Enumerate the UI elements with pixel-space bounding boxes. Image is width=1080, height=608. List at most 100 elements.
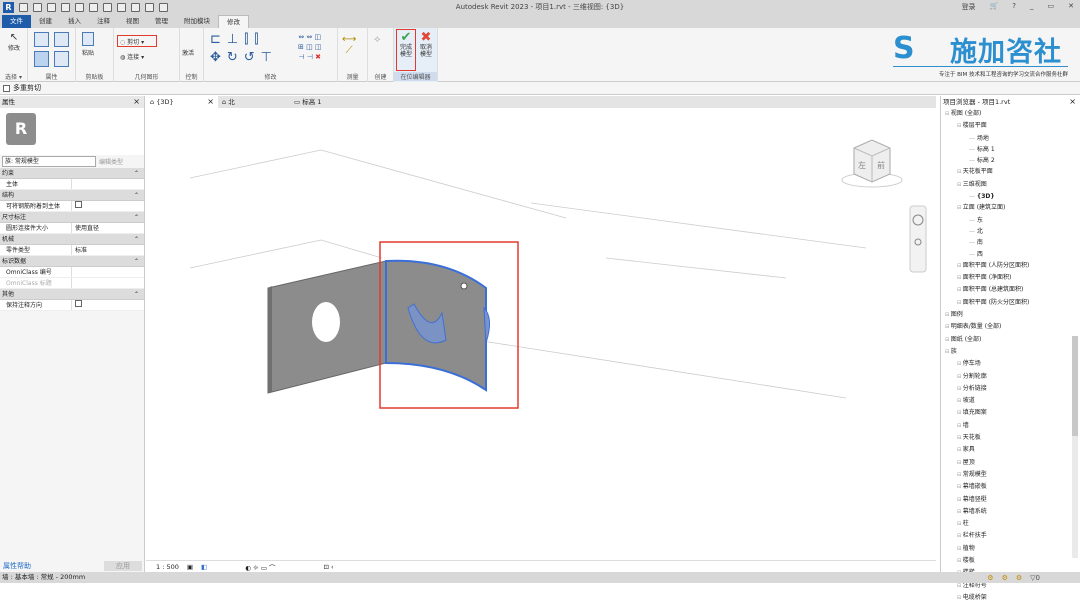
browser-item[interactable]: ⊟ 幕墙竖梃 [941, 494, 1080, 506]
property-section[interactable]: 结构 ⌃ [0, 190, 144, 201]
tab-3d-view[interactable]: ⌂ {3D} × [146, 96, 218, 108]
create-group-icon[interactable]: ⟡ [374, 34, 381, 45]
multi-cut-checkbox[interactable] [3, 84, 10, 92]
collapse-icon[interactable]: ⌃ [134, 212, 139, 223]
sign-in-button[interactable]: 登录 [962, 2, 976, 12]
family-dropdown[interactable]: 族: 常规模型 [2, 156, 96, 167]
browser-item[interactable]: ⊟ 图例 [941, 309, 1080, 321]
tab-north-elevation[interactable]: ⌂ 北 [218, 96, 290, 108]
property-row[interactable]: 零件类型 标准 [0, 245, 144, 256]
tab-manage[interactable]: 管理 [147, 15, 176, 28]
property-checkbox[interactable] [72, 201, 144, 211]
modify-button[interactable]: ↖ 修改 [4, 32, 24, 52]
tab-addins[interactable]: 附加模块 [176, 15, 218, 28]
browser-item[interactable]: — 标高 1 [941, 144, 1080, 155]
browser-item[interactable]: ⊟ 族 [941, 346, 1080, 358]
browser-item[interactable]: ⊟ 家具 [941, 444, 1080, 456]
tab-file[interactable]: 文件 [2, 15, 31, 28]
property-section[interactable]: 其他 ⌃ [0, 289, 144, 300]
apply-button[interactable]: 应用 [104, 561, 142, 571]
activate-button[interactable]: 激活 [182, 48, 194, 57]
restore-button[interactable]: ▭ [1048, 2, 1055, 12]
type-properties-icon[interactable] [34, 32, 49, 47]
property-section[interactable]: 约束 ⌃ [0, 168, 144, 179]
close-button[interactable]: ✕ [1068, 2, 1074, 12]
select-pinned-icon[interactable]: ⚙ [1016, 574, 1022, 582]
type-selector[interactable]: R [0, 108, 144, 155]
tab-modify[interactable]: 修改 [218, 15, 249, 28]
property-value[interactable] [72, 267, 144, 277]
collapse-icon[interactable]: ⌃ [134, 256, 139, 267]
tab-annotate[interactable]: 注释 [89, 15, 118, 28]
browser-item[interactable]: ⊟ 常规模型 [941, 469, 1080, 481]
modify-tools-icons[interactable]: ⊏⊥⫿⫿ [210, 32, 265, 47]
browser-item[interactable]: ⊟ 面积平面 (人防分区面积) [941, 260, 1080, 272]
close-icon[interactable]: × [1069, 96, 1076, 108]
edit-type-button[interactable]: 编辑类型 [99, 157, 123, 166]
browser-item[interactable]: — 北 [941, 226, 1080, 237]
filter-icon[interactable]: ▽0 [1030, 574, 1040, 582]
browser-item[interactable]: ⊟ 屋顶 [941, 457, 1080, 469]
family-category-icon[interactable] [54, 51, 69, 67]
property-row[interactable]: 可将钢筋附着到主体 [0, 201, 144, 212]
tab-insert[interactable]: 插入 [60, 15, 89, 28]
browser-item[interactable]: ⊟ 填充图案 [941, 407, 1080, 419]
property-value[interactable]: 使用直径 [72, 223, 144, 233]
properties-icon[interactable] [34, 51, 49, 67]
browser-item[interactable]: — {3D} [941, 191, 1080, 202]
collapse-icon[interactable]: ⌃ [134, 289, 139, 300]
close-icon[interactable]: × [133, 96, 140, 108]
browser-item[interactable]: ⊟ 幕墙嵌板 [941, 481, 1080, 493]
collapse-icon[interactable]: ⌃ [134, 190, 139, 201]
property-value[interactable]: 标准 [72, 245, 144, 255]
cart-icon[interactable]: 🛒 [990, 2, 999, 12]
worksharing-icon[interactable]: ⚙ [987, 574, 993, 582]
browser-item[interactable]: ⊟ 幕墙系统 [941, 506, 1080, 518]
browser-item[interactable]: — 标高 2 [941, 155, 1080, 166]
browser-item[interactable]: ⊟ 楼层平面 [941, 120, 1080, 132]
browser-item[interactable]: ⊟ 面积平面 (净面积) [941, 272, 1080, 284]
browser-item[interactable]: ⊟ 面积平面 (总建筑面积) [941, 284, 1080, 296]
browser-item[interactable]: ⊟ 停车场 [941, 358, 1080, 370]
property-value[interactable] [72, 278, 144, 288]
browser-item[interactable]: ⊟ 立面 (建筑立面) [941, 202, 1080, 214]
visual-style-icon[interactable]: ◧ [201, 563, 207, 571]
browser-item[interactable]: ⊟ 电缆桥架 [941, 592, 1080, 604]
scrollbar[interactable] [1072, 336, 1078, 558]
browser-item[interactable]: ⊟ 分割轮廓 [941, 371, 1080, 383]
browser-item[interactable]: — 西 [941, 249, 1080, 260]
detail-level-icon[interactable]: ▣ [187, 563, 193, 571]
shadows-icon[interactable]: ◐ ☼ ▭ ⌒ [245, 562, 275, 572]
3d-viewport[interactable]: 左 前 [146, 108, 936, 560]
property-value[interactable] [72, 179, 144, 189]
browser-item[interactable]: ⊟ 图纸 (全部) [941, 334, 1080, 346]
property-row[interactable]: 保持注释方向 [0, 300, 144, 311]
measure-icon[interactable]: ⟷ ⟋ [342, 34, 356, 56]
browser-item[interactable]: ⊟ 视图 (全部) [941, 108, 1080, 120]
model-canvas[interactable]: 左 前 [146, 108, 936, 560]
browser-item[interactable]: ⊟ 楼板 [941, 555, 1080, 567]
help-icon[interactable]: ? [1012, 2, 1016, 12]
tab-view[interactable]: 视图 [118, 15, 147, 28]
browser-item[interactable]: ⊟ 墙 [941, 420, 1080, 432]
tab-level-1[interactable]: ▭ 标高 1 [290, 96, 362, 108]
paste-button[interactable]: 粘贴 [80, 32, 96, 57]
browser-item[interactable]: ⊟ 分析链接 [941, 383, 1080, 395]
browser-item[interactable]: ⊟ 天花板 [941, 432, 1080, 444]
select-links-icon[interactable]: ⚙ [1002, 574, 1008, 582]
browser-item[interactable]: ⊟ 三维视图 [941, 179, 1080, 191]
browser-item[interactable]: ⊟ 植物 [941, 543, 1080, 555]
collapse-icon[interactable]: ⌃ [134, 168, 139, 179]
move-rotate-icons[interactable]: ✥↻↺⊤ [210, 50, 278, 65]
browser-item[interactable]: ⊟ 天花板平面 [941, 166, 1080, 178]
view-scale[interactable]: 1 : 500 [156, 563, 179, 571]
property-section[interactable]: 尺寸标注 ⌃ [0, 212, 144, 223]
browser-item[interactable]: ⊟ 坡道 [941, 395, 1080, 407]
browser-item[interactable]: — 南 [941, 237, 1080, 248]
browser-item[interactable]: ⊟ 面积平面 (防火分区面积) [941, 297, 1080, 309]
property-section[interactable]: 标识数据 ⌃ [0, 256, 144, 267]
browser-item[interactable]: — 东 [941, 215, 1080, 226]
minimize-button[interactable]: _ [1030, 2, 1034, 12]
properties-help-link[interactable]: 属性帮助 [3, 561, 31, 571]
browser-item[interactable]: ⊟ 明细表/数量 (全部) [941, 321, 1080, 333]
